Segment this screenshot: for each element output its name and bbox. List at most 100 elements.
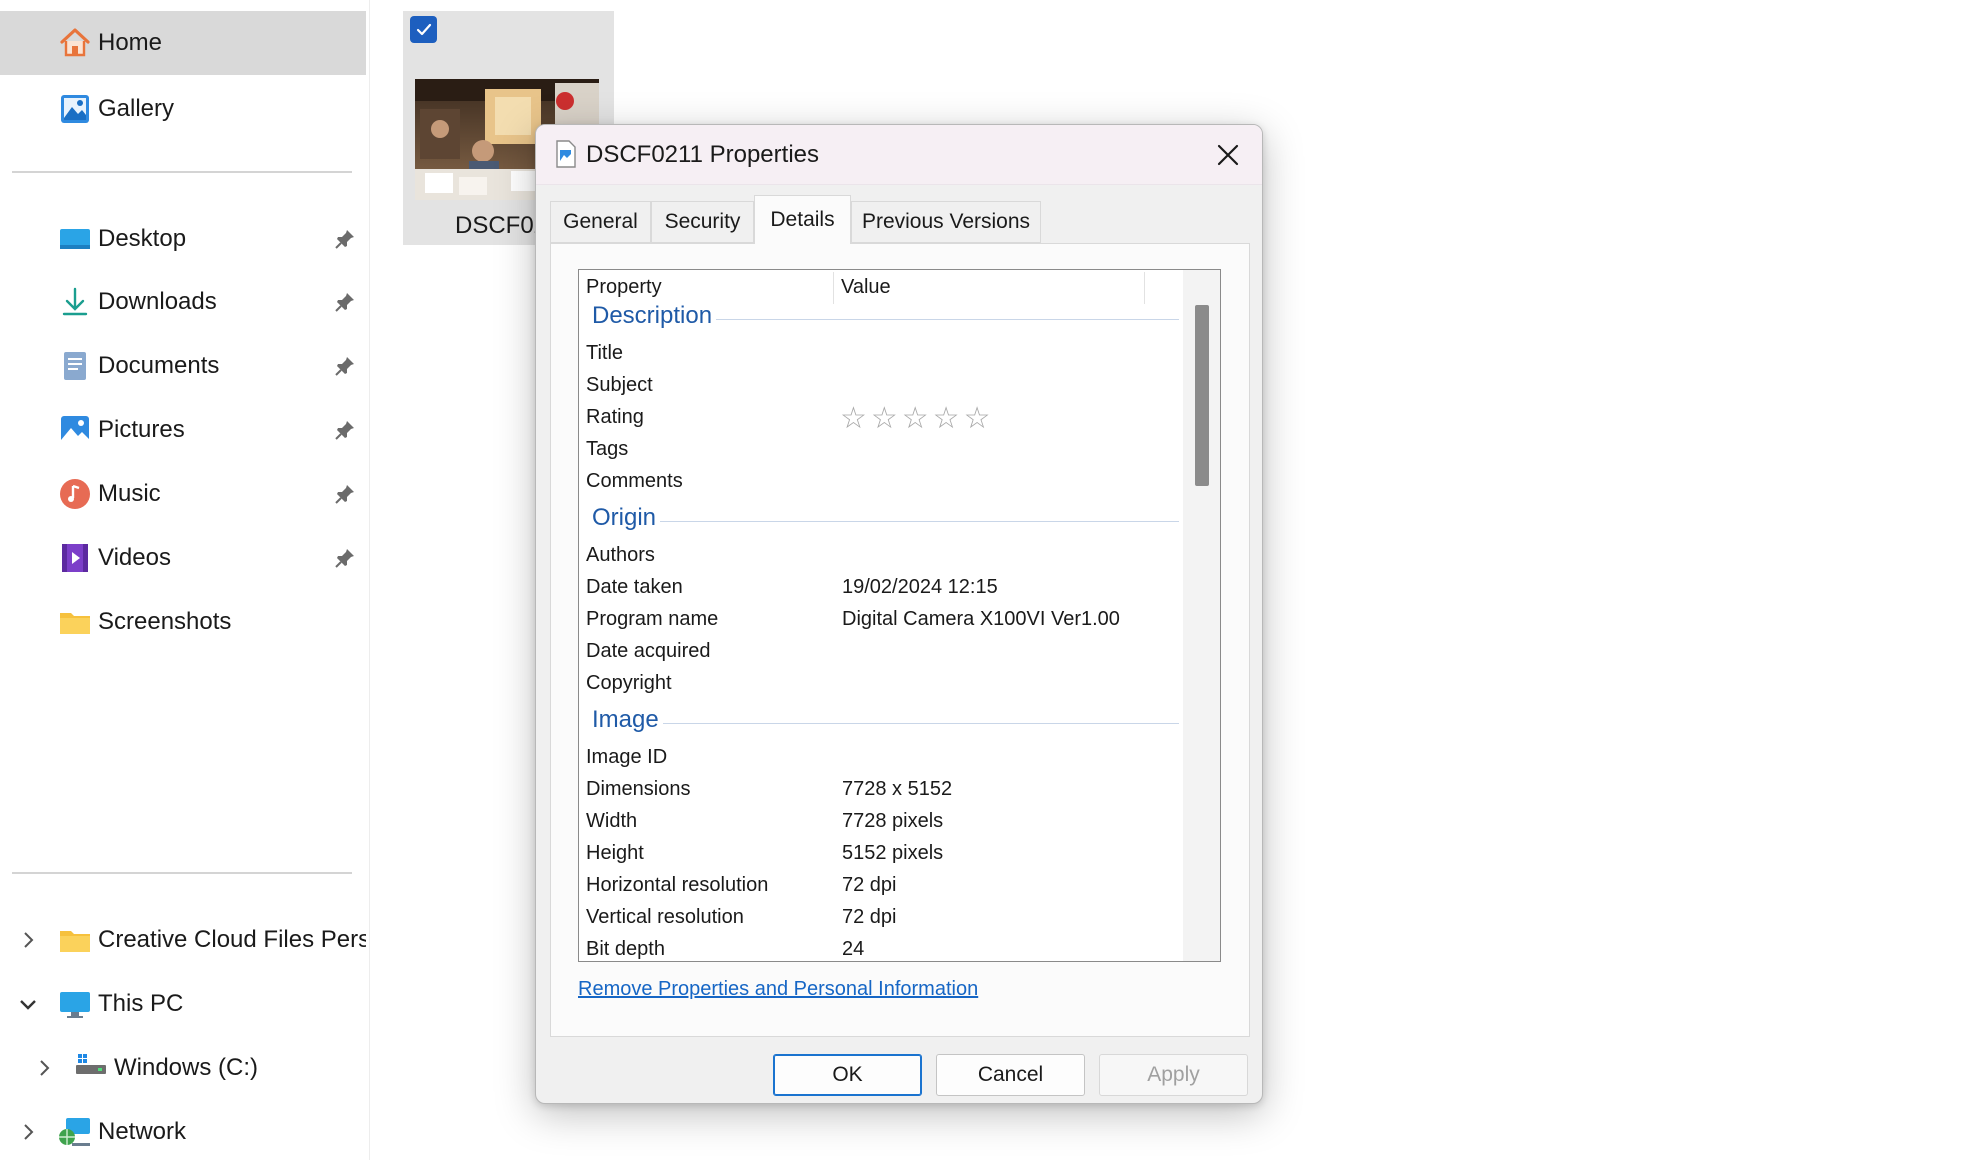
- folder-icon: [58, 605, 92, 639]
- property-name: Copyright: [586, 672, 672, 694]
- property-row[interactable]: Title: [579, 338, 1179, 370]
- home-icon: [58, 26, 92, 60]
- property-row[interactable]: Tags: [579, 434, 1179, 466]
- property-name: Dimensions: [586, 778, 691, 800]
- pin-icon[interactable]: [334, 355, 356, 377]
- pin-icon[interactable]: [334, 483, 356, 505]
- nav-item-home[interactable]: Home: [0, 11, 366, 75]
- property-row[interactable]: Height 5152 pixels: [579, 838, 1179, 870]
- property-row[interactable]: Date taken 19/02/2024 12:15: [579, 572, 1179, 604]
- property-value: Digital Camera X100VI Ver1.00: [842, 608, 1120, 630]
- pictures-icon: [58, 413, 92, 447]
- nav-item-videos[interactable]: Videos: [0, 526, 366, 590]
- property-name: Program name: [586, 608, 719, 630]
- property-row[interactable]: Date acquired: [579, 636, 1179, 668]
- property-value: 7728 x 5152: [842, 778, 953, 800]
- property-name: Height: [586, 842, 644, 864]
- pin-icon[interactable]: [334, 547, 356, 569]
- property-name: Subject: [586, 374, 653, 396]
- nav-item-pictures[interactable]: Pictures: [0, 398, 366, 462]
- property-list[interactable]: Property Value Description Title Subject…: [578, 269, 1221, 962]
- checkmark-icon: [416, 23, 431, 35]
- property-value: 19/02/2024 12:15: [842, 576, 998, 598]
- nav-label-this-pc: This PC: [98, 990, 184, 1017]
- property-name: Horizontal resolution: [586, 874, 769, 896]
- group-header-image: Image: [579, 706, 1179, 740]
- desktop-icon: [58, 222, 92, 256]
- property-row[interactable]: Dimensions 7728 x 5152: [579, 774, 1179, 806]
- nav-label-documents: Documents: [98, 352, 220, 379]
- nav-item-gallery[interactable]: Gallery: [0, 77, 366, 141]
- chevron-right-icon[interactable]: [17, 929, 39, 951]
- property-name: Date taken: [586, 576, 683, 598]
- property-name: Width: [586, 810, 638, 832]
- dialog-title: DSCF0211 Properties: [586, 141, 819, 168]
- pin-icon[interactable]: [334, 228, 356, 250]
- property-name: Comments: [586, 470, 683, 492]
- property-row[interactable]: Program name Digital Camera X100VI Ver1.…: [579, 604, 1179, 636]
- cancel-button[interactable]: Cancel: [936, 1054, 1085, 1096]
- property-row[interactable]: Vertical resolution 72 dpi: [579, 902, 1179, 934]
- file-name-label: DSCF02: [455, 212, 548, 239]
- details-tab-panel: Property Value Description Title Subject…: [550, 243, 1250, 1037]
- nav-item-windows-c[interactable]: Windows (C:): [0, 1036, 366, 1100]
- nav-item-screenshots[interactable]: Screenshots: [0, 590, 366, 654]
- network-icon: [58, 1115, 92, 1149]
- pin-icon[interactable]: [334, 291, 356, 313]
- remove-properties-link[interactable]: Remove Properties and Personal Informati…: [578, 978, 978, 1001]
- group-rule: [592, 723, 1179, 724]
- property-row[interactable]: Width 7728 pixels: [579, 806, 1179, 838]
- tab-details[interactable]: Details: [754, 195, 851, 244]
- group-label: Origin: [592, 504, 661, 532]
- property-row[interactable]: Comments: [579, 466, 1179, 498]
- property-row[interactable]: Image ID: [579, 742, 1179, 774]
- property-name: Date acquired: [586, 640, 711, 662]
- checkbox-checked[interactable]: [410, 16, 437, 43]
- nav-item-desktop[interactable]: Desktop: [0, 207, 366, 271]
- downloads-icon: [58, 285, 92, 319]
- gallery-icon: [58, 92, 92, 126]
- property-row[interactable]: Horizontal resolution 72 dpi: [579, 870, 1179, 902]
- property-name: Image ID: [586, 746, 668, 768]
- sidebar-divider: [12, 872, 352, 874]
- property-name: Tags: [586, 438, 629, 460]
- group-rule: [592, 521, 1179, 522]
- close-button[interactable]: [1212, 139, 1244, 171]
- rating-stars[interactable]: ☆☆☆☆☆: [840, 401, 994, 436]
- column-header-value[interactable]: Value: [841, 276, 891, 299]
- property-value: 24: [842, 938, 865, 960]
- property-row[interactable]: Subject: [579, 370, 1179, 402]
- property-row[interactable]: Authors: [579, 540, 1179, 572]
- nav-item-this-pc[interactable]: This PC: [0, 972, 366, 1036]
- column-header-property[interactable]: Property: [586, 276, 662, 299]
- scrollbar-thumb[interactable]: [1195, 305, 1209, 486]
- apply-button[interactable]: Apply: [1099, 1054, 1248, 1096]
- property-row[interactable]: Rating ☆☆☆☆☆: [579, 401, 1179, 436]
- vertical-scrollbar[interactable]: [1183, 270, 1220, 961]
- dialog-titlebar[interactable]: DSCF0211 Properties: [536, 125, 1262, 185]
- property-value: 7728 pixels: [842, 810, 944, 832]
- tab-previous-versions[interactable]: Previous Versions: [851, 201, 1041, 243]
- nav-item-network[interactable]: Network: [0, 1100, 366, 1164]
- tab-general[interactable]: General: [550, 201, 651, 243]
- nav-item-creative-cloud[interactable]: Creative Cloud Files Perso: [0, 908, 366, 972]
- pin-icon[interactable]: [334, 419, 356, 441]
- nav-label-home: Home: [98, 29, 163, 56]
- nav-item-documents[interactable]: Documents: [0, 334, 366, 398]
- nav-label-music: Music: [98, 480, 161, 507]
- tab-security[interactable]: Security: [651, 201, 754, 243]
- column-separator[interactable]: [1144, 272, 1145, 304]
- nav-item-downloads[interactable]: Downloads: [0, 270, 366, 334]
- close-icon: [1217, 144, 1239, 166]
- chevron-down-icon[interactable]: [17, 993, 39, 1015]
- ok-button[interactable]: OK: [773, 1054, 922, 1096]
- nav-item-music[interactable]: Music: [0, 462, 366, 526]
- property-row[interactable]: Bit depth 24: [579, 934, 1179, 961]
- column-separator[interactable]: [833, 272, 834, 304]
- chevron-right-icon[interactable]: [17, 1121, 39, 1143]
- videos-icon: [58, 541, 92, 575]
- property-name: Title: [586, 342, 624, 364]
- property-row[interactable]: Copyright: [579, 668, 1179, 700]
- group-label: Description: [592, 302, 717, 330]
- chevron-right-icon[interactable]: [33, 1057, 55, 1079]
